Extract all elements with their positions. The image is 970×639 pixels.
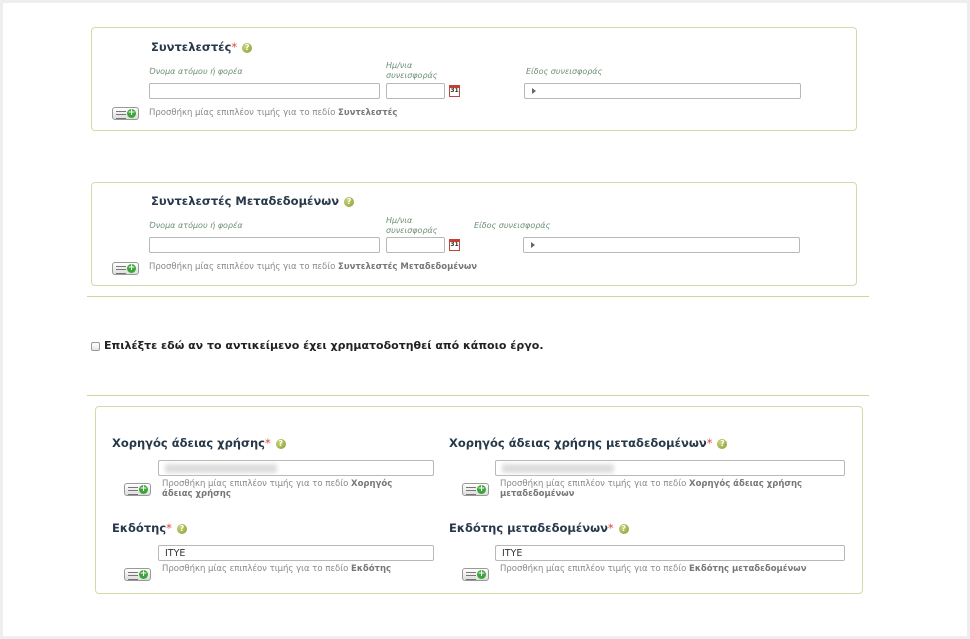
required-mark: *: [166, 521, 172, 535]
metadata-publisher-input[interactable]: ΙΤΥΕ: [495, 545, 845, 561]
add-contributor-button[interactable]: +: [112, 107, 139, 120]
metadata-license-grantor-title: Χορηγός άδειας χρήσης μεταδεδομένων*?: [449, 436, 728, 450]
add-value-icon: +: [477, 484, 486, 494]
help-icon[interactable]: ?: [176, 523, 187, 534]
help-icon[interactable]: ?: [344, 196, 355, 207]
metadata-publisher-title: Εκδότης μεταδεδομένων*?: [449, 521, 629, 535]
caret-right-icon: [531, 242, 535, 248]
add-metadata-license-grantor-text: Προσθήκη μίας επιπλέον τιμής για το πεδί…: [500, 479, 803, 499]
help-icon[interactable]: ?: [618, 523, 629, 534]
add-publisher-text: Προσθήκη μίας επιπλέον τιμής για το πεδί…: [162, 564, 392, 574]
add-license-grantor-button[interactable]: +: [124, 483, 151, 496]
metadata-license-grantor-input[interactable]: [495, 460, 845, 476]
list-icon: [128, 487, 138, 495]
required-mark: *: [231, 40, 238, 54]
caret-right-icon: [532, 88, 536, 94]
add-metadata-contributor-text: Προσθήκη μίας επιπλέον τιμής για το πεδί…: [149, 262, 478, 272]
add-value-icon: +: [477, 569, 486, 579]
add-metadata-publisher-button[interactable]: +: [462, 568, 489, 581]
contributors-title: Συντελεστές*?: [151, 40, 253, 54]
contributor-name-input[interactable]: [149, 83, 380, 99]
add-value-icon: +: [139, 484, 148, 494]
type-label: Είδος συνεισφοράς: [526, 67, 603, 76]
contributors-panel: Συντελεστές*? Όνομα ατόμου ή φορέα Ημ/νι…: [91, 27, 857, 131]
metadata-contributor-name-input[interactable]: [149, 237, 380, 253]
add-metadata-license-grantor-button[interactable]: +: [462, 483, 489, 496]
add-contributor-text: Προσθήκη μίας επιπλέον τιμής για το πεδί…: [149, 108, 398, 118]
list-icon: [466, 572, 476, 580]
help-icon[interactable]: ?: [717, 438, 728, 449]
contribution-type-select[interactable]: [524, 83, 801, 99]
funding-checkbox[interactable]: [91, 342, 100, 351]
add-value-icon: +: [127, 263, 136, 273]
add-license-grantor-text: Προσθήκη μίας επιπλέον τιμής για το πεδί…: [162, 479, 393, 499]
name-label: Όνομα ατόμου ή φορέα: [149, 221, 243, 230]
required-mark: *: [706, 436, 713, 450]
divider: [87, 395, 869, 396]
divider: [87, 296, 869, 297]
calendar-icon[interactable]: 31: [449, 85, 460, 97]
publisher-title: Εκδότης*?: [112, 521, 187, 535]
list-icon: [128, 572, 138, 580]
metadata-contributors-title: Συντελεστές Μεταδεδομένων?: [151, 194, 355, 208]
required-mark: *: [264, 436, 271, 450]
metadata-contribution-type-select[interactable]: [523, 237, 800, 253]
redacted-value: [165, 464, 277, 473]
metadata-contribution-date-input[interactable]: [386, 237, 445, 253]
date-label: Ημ/νια συνεισφοράς: [386, 61, 438, 80]
help-icon[interactable]: ?: [242, 42, 253, 53]
publisher-input[interactable]: ΙΤΥΕ: [158, 545, 434, 561]
help-icon[interactable]: ?: [275, 438, 286, 449]
contribution-date-input[interactable]: [386, 83, 445, 99]
form-page: Συντελεστές*? Όνομα ατόμου ή φορέα Ημ/νι…: [3, 3, 967, 636]
list-icon: [466, 487, 476, 495]
license-grantor-title: Χορηγός άδειας χρήσης*?: [112, 436, 286, 450]
add-value-icon: +: [139, 569, 148, 579]
add-metadata-contributor-button[interactable]: +: [112, 262, 139, 275]
funding-checkbox-label[interactable]: Επιλέξτε εδώ αν το αντικείμενο έχει χρημ…: [104, 339, 544, 352]
add-value-icon: +: [127, 108, 136, 118]
add-publisher-button[interactable]: +: [124, 568, 151, 581]
list-icon: [116, 266, 126, 274]
add-metadata-publisher-text: Προσθήκη μίας επιπλέον τιμής για το πεδί…: [500, 564, 807, 574]
list-icon: [116, 111, 126, 119]
name-label: Όνομα ατόμου ή φορέα: [149, 67, 243, 76]
type-label: Είδος συνεισφοράς: [474, 221, 551, 230]
license-grantor-input[interactable]: [158, 460, 434, 476]
calendar-icon[interactable]: 31: [449, 239, 460, 251]
required-mark: *: [607, 521, 614, 535]
date-label: Ημ/νια συνεισφοράς: [386, 216, 438, 235]
license-panel: Χορηγός άδειας χρήσης*? + Προσθήκη μίας …: [95, 406, 863, 594]
metadata-contributors-panel: Συντελεστές Μεταδεδομένων? Όνομα ατόμου …: [91, 182, 857, 286]
redacted-value: [502, 464, 614, 473]
